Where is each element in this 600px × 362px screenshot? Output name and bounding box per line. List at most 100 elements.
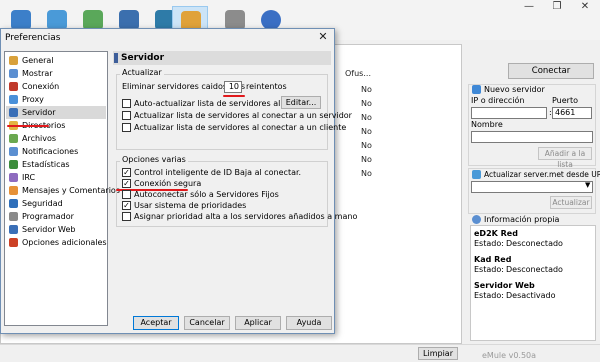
webserver-name: Servidor Web	[474, 281, 535, 290]
nav-item-label: Proxy	[22, 95, 44, 104]
update-on-client-label: Actualizar lista de servidores al conect…	[134, 123, 347, 132]
manual-high-priority-checkbox[interactable]	[122, 212, 131, 221]
list-cell: No	[361, 155, 372, 164]
notifications-icon	[9, 147, 18, 156]
panel-title: Servidor	[121, 53, 165, 63]
ip-label: IP o dirección	[471, 96, 525, 105]
list-cell: No	[361, 141, 372, 150]
panel-header: Servidor	[113, 51, 331, 65]
nav-item-display[interactable]: Mostrar	[6, 67, 106, 80]
nav-item-proxy[interactable]: Proxy	[6, 93, 106, 106]
ed2k-status-row: Estado: Desconectado	[474, 239, 563, 248]
clear-button[interactable]: Limpiar	[418, 347, 458, 360]
update-button[interactable]: Actualizar	[550, 196, 592, 209]
security-icon	[9, 199, 18, 208]
connection-icon	[9, 82, 18, 91]
servermet-url-input[interactable]	[471, 181, 593, 193]
update-servermet-title: Actualizar server.met desde URL	[484, 170, 600, 179]
port-label: Puerto	[552, 96, 578, 105]
new-server-title: Nuevo servidor	[484, 85, 545, 94]
nav-item-webserver[interactable]: Servidor Web	[6, 223, 106, 236]
nav-item-irc[interactable]: IRC	[6, 171, 106, 184]
maximize-button[interactable]: ❐	[544, 0, 570, 16]
column-header-obfuscation[interactable]: Ofus...	[345, 69, 371, 78]
messages-icon	[9, 186, 18, 195]
kad-status-row: Estado: Desconectado	[474, 265, 563, 274]
nav-item-label: Programador	[22, 212, 74, 221]
apply-button[interactable]: Aplicar	[235, 316, 281, 330]
misc-options-title: Opciones varias	[120, 155, 188, 164]
status-label: Estado:	[474, 291, 504, 300]
chevron-down-icon[interactable]: ▼	[585, 181, 590, 189]
accept-button[interactable]: Aceptar	[133, 316, 179, 330]
name-label: Nombre	[471, 120, 503, 129]
cancel-button[interactable]: Cancelar	[184, 316, 230, 330]
nav-item-general[interactable]: General	[6, 54, 106, 67]
status-value: Desconectado	[506, 239, 563, 248]
nav-item-statistics[interactable]: Estadísticas	[6, 158, 106, 171]
autoconnect-static-checkbox[interactable]	[122, 190, 131, 199]
nav-item-label: Mostrar	[22, 69, 53, 78]
port-input[interactable]: 4661	[552, 107, 592, 119]
nav-item-scheduler[interactable]: Programador	[6, 210, 106, 223]
nav-item-server[interactable]: Servidor	[6, 106, 106, 119]
list-cell: No	[361, 85, 372, 94]
update-on-client-checkbox[interactable]	[122, 123, 131, 132]
server-settings-panel: Servidor Actualizar Eliminar servidores …	[113, 51, 357, 311]
proxy-icon	[9, 95, 18, 104]
ip-input[interactable]	[471, 107, 547, 119]
retries-input[interactable]: 10	[224, 81, 242, 93]
nav-item-messages[interactable]: Mensajes y Comentarios	[6, 184, 120, 197]
manual-high-priority-label: Asignar prioridad alta a los servidores …	[134, 212, 358, 221]
kad-network-name: Kad Red	[474, 255, 512, 264]
annotation-underline-retries	[223, 95, 245, 97]
nav-item-advanced[interactable]: Opciones adicionales	[6, 236, 107, 249]
version-label: eMule v0.50a	[482, 351, 537, 360]
ed2k-network-name: eD2K Red	[474, 229, 518, 238]
status-label: Estado:	[474, 239, 504, 248]
advanced-icon	[9, 238, 18, 247]
files-icon	[9, 134, 18, 143]
scheduler-icon	[9, 212, 18, 221]
retries-suffix-label: reintentos	[246, 82, 287, 91]
list-cell: No	[361, 113, 372, 122]
nav-item-connection[interactable]: Conexión	[6, 80, 106, 93]
connect-button[interactable]: Conectar	[508, 63, 594, 79]
nav-item-label: Archivos	[22, 134, 57, 143]
status-label: Estado:	[474, 265, 504, 274]
webserver-icon	[9, 225, 18, 234]
edit-button[interactable]: Editar...	[281, 96, 321, 109]
update-group-title: Actualizar	[120, 68, 164, 77]
secure-connection-label: Conexión segura	[134, 179, 202, 188]
autoconnect-static-label: Autoconectar sólo a Servidores Fijos	[134, 190, 279, 199]
nav-item-label: Mensajes y Comentarios	[22, 186, 120, 195]
status-value: Desactivado	[506, 291, 556, 300]
close-icon[interactable]: ✕	[316, 30, 330, 44]
add-to-list-button[interactable]: Añadir a la lista	[538, 147, 592, 169]
nav-item-security[interactable]: Seguridad	[6, 197, 106, 210]
nav-item-label: Servidor Web	[22, 225, 76, 234]
nav-item-files[interactable]: Archivos	[6, 132, 106, 145]
update-on-server-checkbox[interactable]	[122, 111, 131, 120]
nav-item-label: General	[22, 56, 54, 65]
panel-header-marker	[114, 53, 118, 63]
nav-item-label: Conexión	[22, 82, 60, 91]
priority-system-checkbox[interactable]: ✓	[122, 201, 131, 210]
preferences-dialog: Preferencias ✕ General Mostrar Conexión …	[0, 28, 357, 334]
auto-update-checkbox[interactable]	[122, 99, 131, 108]
help-button[interactable]: Ayuda	[286, 316, 332, 330]
name-input[interactable]	[471, 131, 593, 143]
nav-item-label: Servidor	[22, 108, 56, 117]
secure-connection-checkbox[interactable]: ✓	[122, 179, 131, 188]
server-icon	[9, 108, 18, 117]
priority-system-label: Usar sistema de prioridades	[134, 201, 247, 210]
nav-item-notifications[interactable]: Notificaciones	[6, 145, 106, 158]
minimize-button[interactable]: —	[516, 0, 542, 16]
smart-lowid-checkbox[interactable]: ✓	[122, 168, 131, 177]
list-cell: No	[361, 127, 372, 136]
webserver-status-row: Estado: Desactivado	[474, 291, 556, 300]
status-value: Desconectado	[506, 265, 563, 274]
display-icon	[9, 69, 18, 78]
update-url-icon	[472, 170, 481, 179]
close-window-button[interactable]: ✕	[572, 0, 598, 16]
